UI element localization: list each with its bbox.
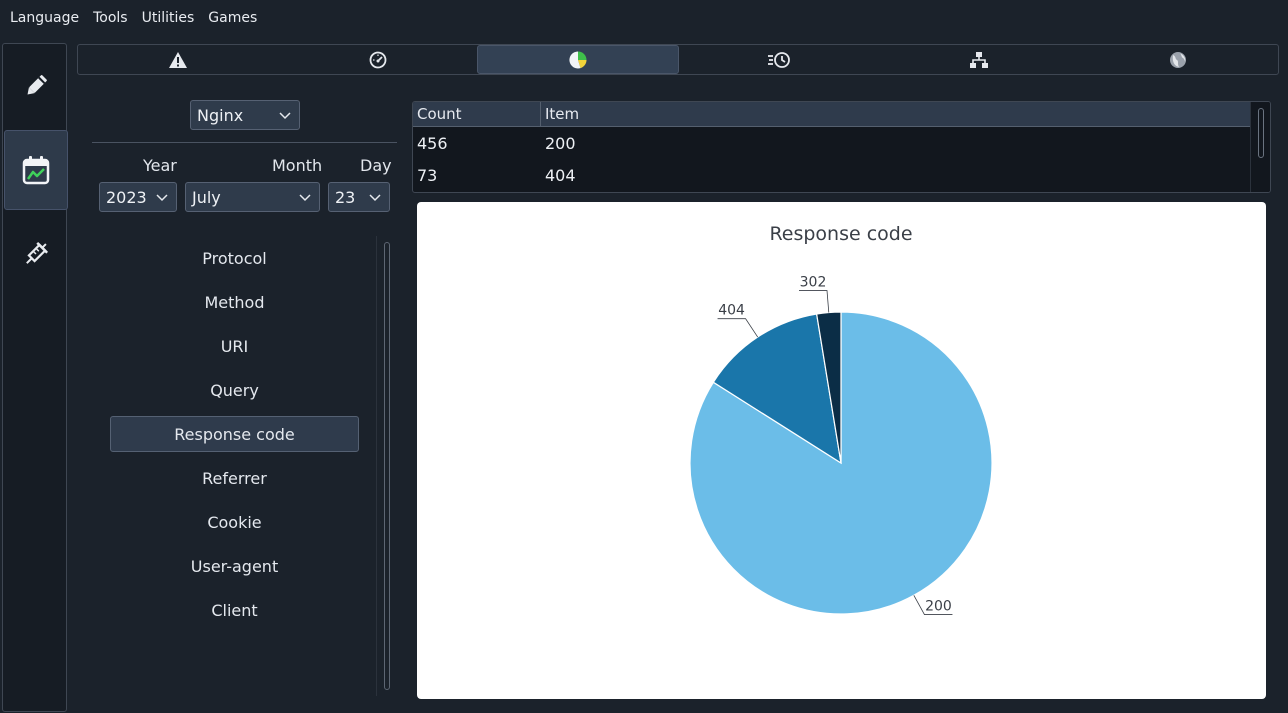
calendar-chart-icon: [22, 156, 50, 185]
menu-utilities[interactable]: Utilities: [135, 10, 202, 26]
day-select[interactable]: 23: [328, 182, 390, 212]
side-nav-editor-button[interactable]: [4, 46, 68, 126]
scrollbar-thumb[interactable]: [1258, 108, 1264, 158]
month-select[interactable]: July: [185, 182, 320, 212]
table-header: Count Item: [413, 102, 1250, 127]
table-row[interactable]: 73 404: [413, 159, 1250, 191]
log-format-value: Nginx: [197, 105, 244, 125]
field-item-client[interactable]: Client: [110, 588, 359, 632]
leader-line: [799, 290, 830, 313]
gauge-icon: [369, 51, 386, 68]
day-value: 23: [335, 187, 356, 207]
field-item-user-agent[interactable]: User-agent: [110, 544, 359, 588]
warning-icon: [168, 51, 187, 68]
year-value: 2023: [106, 187, 147, 207]
cell-count: 456: [417, 133, 448, 153]
chevron-down-icon: [299, 194, 311, 202]
side-nav-statistics-button[interactable]: [4, 130, 68, 210]
field-item-response-code[interactable]: Response code: [110, 416, 359, 452]
side-nav-injection-button[interactable]: [4, 214, 68, 294]
field-item-cookie[interactable]: Cookie: [110, 500, 359, 544]
tab-network[interactable]: [879, 45, 1079, 74]
tab-warnings[interactable]: [78, 45, 278, 74]
chart-title: Response code: [769, 223, 912, 245]
field-list: Protocol Method URI Query Response code …: [110, 236, 359, 632]
table-scrollbar[interactable]: [1250, 102, 1270, 192]
cell-count: 73: [417, 165, 438, 185]
globe-icon: [1170, 51, 1187, 68]
syringe-icon: [26, 241, 49, 264]
cell-item: 404: [545, 165, 576, 185]
view-tab-bar: [77, 44, 1279, 75]
chevron-down-icon: [156, 194, 168, 202]
history-icon: [767, 51, 790, 68]
menu-tools[interactable]: Tools: [86, 10, 135, 26]
slice-label: 302: [800, 275, 827, 291]
day-label: Day: [360, 156, 392, 175]
menu-games[interactable]: Games: [201, 10, 264, 26]
chevron-down-icon: [369, 194, 381, 202]
leader-line: [717, 318, 759, 338]
month-label: Month: [272, 156, 323, 175]
pie-chart-panel: Response code 200 404 302: [417, 202, 1266, 699]
field-item-method[interactable]: Method: [110, 280, 359, 324]
side-nav: [2, 43, 68, 712]
cell-item: 200: [545, 133, 576, 153]
divider: [92, 142, 397, 143]
year-select[interactable]: 2023: [99, 182, 177, 212]
field-item-referrer[interactable]: Referrer: [110, 456, 359, 500]
column-header-count[interactable]: Count: [413, 102, 541, 126]
field-list-scrollbar[interactable]: [376, 236, 394, 696]
year-label: Year: [143, 156, 177, 175]
tab-speed[interactable]: [278, 45, 478, 74]
month-value: July: [192, 187, 221, 207]
network-icon: [969, 51, 988, 68]
field-item-query[interactable]: Query: [110, 368, 359, 412]
pie-chart: Response code 200 404 302: [689, 223, 993, 615]
slice-label: 200: [925, 599, 952, 615]
menu-bar: Language Tools Utilities Games: [0, 0, 1288, 36]
scrollbar-thumb[interactable]: [384, 242, 390, 690]
pie-chart-icon: [569, 50, 587, 68]
table-row[interactable]: 456 200: [413, 127, 1250, 159]
tab-pie-statistics[interactable]: [477, 45, 680, 74]
pencil-icon: [27, 75, 47, 95]
menu-language[interactable]: Language: [3, 10, 86, 26]
slice-label: 404: [718, 303, 745, 319]
tab-history[interactable]: [679, 45, 879, 74]
field-item-protocol[interactable]: Protocol: [110, 236, 359, 280]
tab-geo[interactable]: [1078, 45, 1278, 74]
chevron-down-icon: [279, 112, 291, 120]
stats-table: Count Item 456 200 73 404: [412, 101, 1271, 193]
column-header-item[interactable]: Item: [541, 102, 579, 126]
log-format-select[interactable]: Nginx: [190, 100, 300, 130]
field-item-uri[interactable]: URI: [110, 324, 359, 368]
